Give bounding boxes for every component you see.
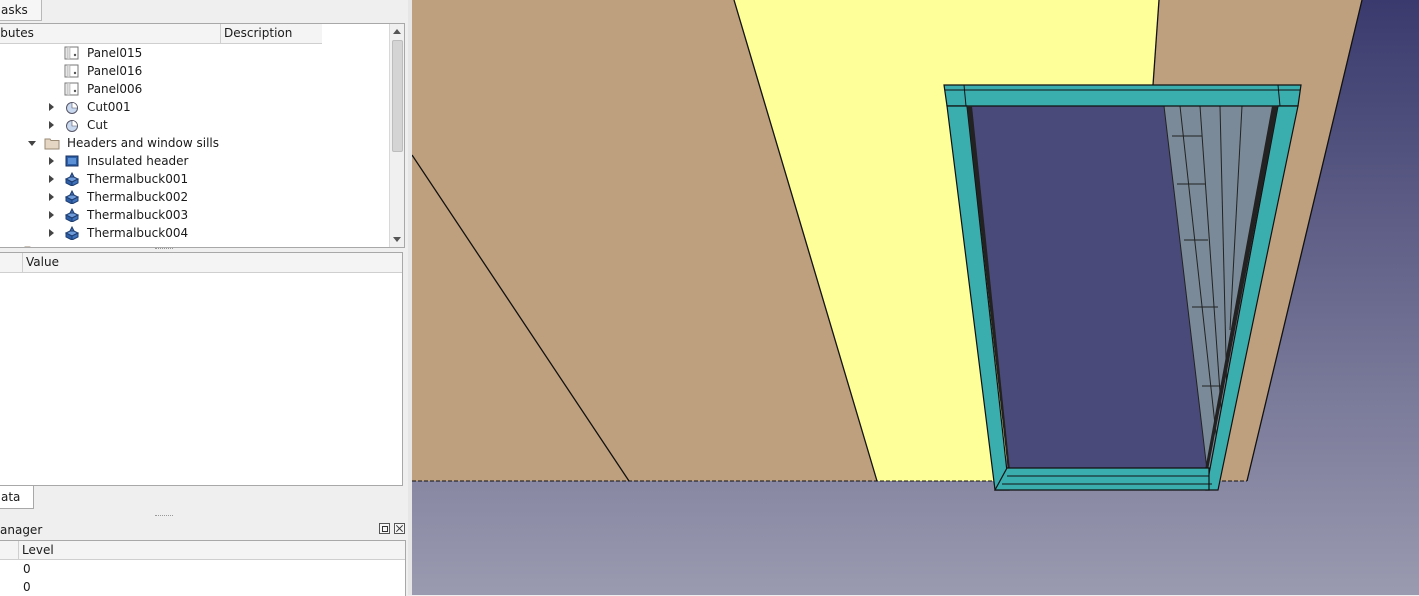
scrollbar-thumb[interactable] [392,40,403,152]
3d-viewport[interactable] [412,0,1419,595]
panel-icon [64,82,80,96]
tree-item-thermalbuck001[interactable]: Thermalbuck001 [0,170,385,188]
panel-icon [64,64,80,78]
tree-item-thermalbuck002[interactable]: Thermalbuck002 [0,188,385,206]
part-icon [64,171,80,187]
tree-vertical-scrollbar[interactable] [389,24,404,247]
expand-arrow-icon[interactable] [49,211,54,219]
float-panel-icon[interactable] [379,523,390,534]
tree-item-label: Thermalbuck004 [87,226,189,240]
level-column-header[interactable]: Level [22,541,54,559]
tree-item-label: Panel015 [87,46,143,60]
layer-manager-header: Level [0,541,405,560]
property-column-header[interactable] [0,253,23,272]
collapse-arrow-icon[interactable] [28,141,36,146]
expand-arrow-icon[interactable] [49,193,54,201]
3d-scene[interactable] [412,0,1419,595]
folder-icon [24,244,40,247]
cut-icon [64,100,80,114]
cut-icon [64,118,80,132]
tree-item-partial[interactable] [0,242,385,247]
level-cell[interactable]: 0 [23,578,31,596]
tree-item-cut[interactable]: Cut [0,116,385,134]
panel-icon [64,46,80,60]
tree-item-label: Cut001 [87,100,131,114]
expand-arrow-icon[interactable] [49,121,54,129]
attributes-column-header[interactable]: ributes [0,24,221,43]
combo-view-tabbar: asks [0,0,408,22]
expand-arrow-icon[interactable] [49,229,54,237]
scroll-up-arrow-icon[interactable] [393,29,401,34]
name-column-header[interactable] [0,541,19,559]
tree-item-label: Headers and window sills [67,136,219,150]
level-cell[interactable]: 0 [23,560,31,578]
left-panel: asks ributes Description Panel015 Panel0… [0,0,408,596]
layer-manager-title: anager [0,523,43,537]
tree-item-label: Insulated header [87,154,189,168]
expand-arrow-icon[interactable] [49,157,54,165]
tab-data[interactable]: ata [0,486,34,509]
tree-item-panel015[interactable]: Panel015 [0,44,385,62]
tree-item-panel016[interactable]: Panel016 [0,62,385,80]
header-icon [64,154,80,168]
tree-item-panel006[interactable]: Panel006 [0,80,385,98]
close-panel-icon[interactable] [394,523,405,534]
tree-item-cut001[interactable]: Cut001 [0,98,385,116]
description-column-header[interactable]: Description [224,24,322,43]
window-sill-frame[interactable] [993,467,1210,491]
tree-item-insulated-header[interactable]: Insulated header [0,152,385,170]
splitter-handle[interactable] [155,248,173,251]
tree-item-label: Thermalbuck002 [87,190,189,204]
expand-arrow-icon[interactable] [49,103,54,111]
tree-item-label: Thermalbuck003 [87,208,189,222]
tree-item-label: Panel016 [87,64,143,78]
tree-item-label: Thermalbuck001 [87,172,189,186]
tree-item-label: Cut [87,118,108,132]
tree-item-label: Panel006 [87,82,143,96]
window-header-frame[interactable] [943,84,1302,107]
part-icon [64,225,80,241]
property-header: Value [0,253,402,273]
property-view[interactable]: Value [0,252,403,486]
tree-item-thermalbuck003[interactable]: Thermalbuck003 [0,206,385,224]
part-icon [64,189,80,205]
part-icon [64,207,80,223]
model-tree[interactable]: ributes Description Panel015 Panel016 Pa… [0,23,405,248]
value-column-header[interactable]: Value [26,253,59,272]
tree-item-thermalbuck004[interactable]: Thermalbuck004 [0,224,385,242]
tree-header: ributes Description [0,24,322,44]
scroll-down-arrow-icon[interactable] [393,237,401,242]
splitter-handle[interactable] [155,515,173,518]
tab-tasks[interactable]: asks [0,0,42,21]
layer-manager-table[interactable]: Level 0 0 [0,540,406,596]
tree-item-headers-and-window-sills[interactable]: Headers and window sills [0,134,385,152]
expand-arrow-icon[interactable] [49,175,54,183]
folder-icon [44,136,60,150]
